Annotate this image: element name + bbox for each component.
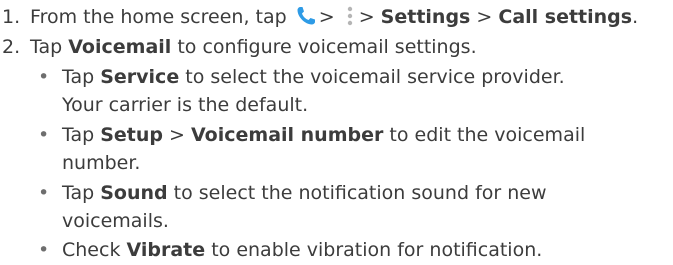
bullet-dot: • [38,124,50,146]
bullet-text: to edit the voicemail [389,124,586,146]
more-options-icon [345,5,355,27]
separator: > [358,6,375,28]
bullet-text: Tap [62,182,95,204]
bullet-continuation: voicemails. [62,210,169,232]
voicemail-number-label: Voicemail number [191,124,384,146]
bullet-sound: • Tap Sound to select the notification so… [38,180,547,207]
sound-label: Sound [100,182,168,204]
period: . [632,6,639,28]
step-text: to configure voicemail settings. [177,36,477,58]
bullet-text: Tap [62,124,95,146]
step-2: 2. Tap Voicemail to configure voicemail … [0,34,477,61]
vibrate-label: Vibrate [126,239,206,261]
bullet-text: to enable vibration for notification. [211,239,543,261]
bullet-dot: • [38,182,50,204]
bullet-dot: • [38,239,50,261]
step-text: Tap [30,36,63,58]
phone-icon [295,5,317,27]
separator: > [476,6,493,28]
bullet-setup: • Tap Setup > Voicemail number to edit th… [38,122,585,149]
bullet-continuation: number. [62,152,141,174]
bullet-text: to select the notification sound for new [173,182,547,204]
bullet-continuation: Your carrier is the default. [62,94,309,116]
step-1: 1. From the home screen, tap > > Setting… [0,4,638,31]
bullet-text: Tap [62,66,95,88]
separator: > [318,6,335,28]
voicemail-label: Voicemail [68,36,172,58]
step-number: 1. [2,6,21,28]
settings-label: Settings [380,6,471,28]
step-number: 2. [2,36,21,58]
bullet-vibrate: • Check Vibrate to enable vibration for n… [38,237,542,264]
bullet-text: Check [62,239,121,261]
setup-label: Setup [100,124,163,146]
call-settings-label: Call settings [498,6,633,28]
bullet-text: to select the voicemail service provider… [185,66,565,88]
service-label: Service [100,66,180,88]
separator: > [169,124,185,146]
step-text: From the home screen, tap [30,6,287,28]
bullet-service: • Tap Service to select the voicemail ser… [38,64,565,91]
bullet-dot: • [38,66,50,88]
